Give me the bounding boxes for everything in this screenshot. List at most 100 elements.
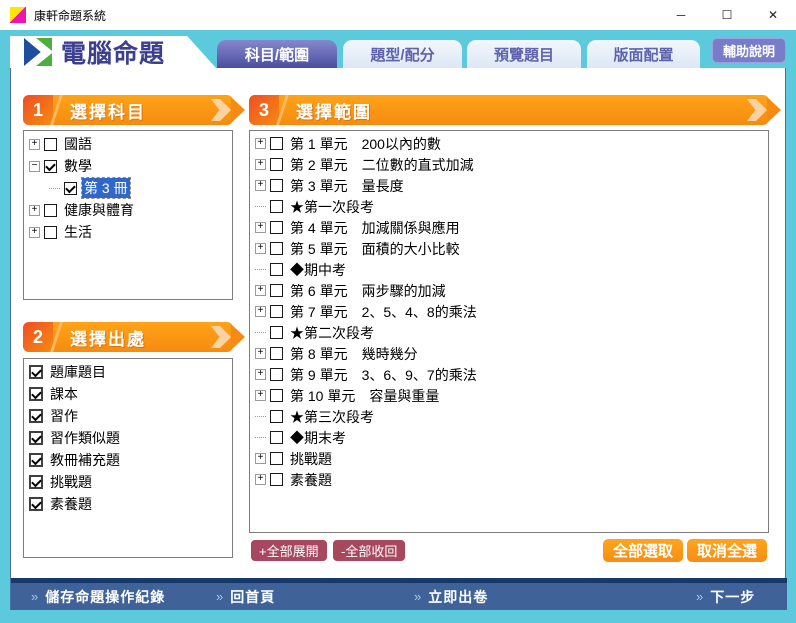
checkbox[interactable] xyxy=(64,182,77,195)
item-label[interactable]: 第 7 單元 2、5、4、8的乘法 xyxy=(288,302,479,322)
expand-all-button[interactable]: +全部展開 xyxy=(251,540,327,561)
deselect-all-button[interactable]: 取消全選 xyxy=(687,539,767,562)
tab-subject-range[interactable]: 科目/範圍 xyxy=(217,40,337,68)
item-label[interactable]: ★第三次段考 xyxy=(288,407,376,427)
checkbox[interactable] xyxy=(270,368,283,381)
expand-toggle-icon[interactable]: + xyxy=(255,222,266,233)
item-label[interactable]: 習作類似題 xyxy=(48,428,122,448)
checkbox[interactable] xyxy=(270,305,283,318)
item-label[interactable]: 生活 xyxy=(62,222,94,242)
item-label[interactable]: 第 3 單元 量長度 xyxy=(288,176,406,196)
expand-toggle-icon[interactable]: + xyxy=(255,474,266,485)
check-item[interactable]: 素養題 xyxy=(29,493,232,515)
tree-item[interactable]: + 第 2 單元 二位數的直式加減 xyxy=(255,154,768,175)
tree-item[interactable]: + 健康與體育 xyxy=(29,199,232,221)
expand-toggle-icon[interactable]: + xyxy=(29,205,40,216)
checkbox[interactable] xyxy=(44,138,57,151)
expand-toggle-icon[interactable]: + xyxy=(255,138,266,149)
checkbox[interactable] xyxy=(270,179,283,192)
checkbox[interactable] xyxy=(44,160,57,173)
checkbox[interactable] xyxy=(270,473,283,486)
tree-item[interactable]: + 第 9 單元 3、6、9、7的乘法 xyxy=(255,364,768,385)
checkbox[interactable] xyxy=(270,347,283,360)
expand-toggle-icon[interactable]: + xyxy=(29,139,40,150)
item-label[interactable]: 第 2 單元 二位數的直式加減 xyxy=(288,155,476,175)
checkbox[interactable] xyxy=(270,242,283,255)
checkbox[interactable] xyxy=(29,409,43,423)
select-all-button[interactable]: 全部選取 xyxy=(603,539,683,562)
tab-preview[interactable]: 預覽題目 xyxy=(467,40,581,68)
maximize-button[interactable]: ☐ xyxy=(704,0,750,30)
expand-toggle-icon[interactable]: + xyxy=(255,180,266,191)
item-label[interactable]: 課本 xyxy=(48,384,80,404)
expand-toggle-icon[interactable]: + xyxy=(255,285,266,296)
home-link[interactable]: »回首頁 xyxy=(216,583,275,610)
item-label[interactable]: 國語 xyxy=(62,134,94,154)
tree-item[interactable]: ★第二次段考 xyxy=(255,322,768,343)
tree-item[interactable]: + 生活 xyxy=(29,221,232,243)
minimize-button[interactable]: ─ xyxy=(658,0,704,30)
tree-item[interactable]: + 國語 xyxy=(29,133,232,155)
expand-toggle-icon[interactable]: + xyxy=(255,243,266,254)
checkbox[interactable] xyxy=(270,284,283,297)
tree-item[interactable]: + 第 7 單元 2、5、4、8的乘法 xyxy=(255,301,768,322)
item-label[interactable]: 第 9 單元 3、6、9、7的乘法 xyxy=(288,365,479,385)
item-label[interactable]: 第 10 單元 容量與重量 xyxy=(288,386,441,406)
expand-toggle-icon[interactable]: + xyxy=(255,348,266,359)
check-item[interactable]: 習作類似題 xyxy=(29,427,232,449)
item-label[interactable]: 素養題 xyxy=(48,494,94,514)
item-label[interactable]: 第 5 單元 面積的大小比較 xyxy=(288,239,462,259)
collapse-all-button[interactable]: -全部收回 xyxy=(333,540,405,561)
checkbox[interactable] xyxy=(270,389,283,402)
item-label[interactable]: ★第二次段考 xyxy=(288,323,376,343)
item-label[interactable]: 第 1 單元 200以內的數 xyxy=(288,134,443,154)
checkbox[interactable] xyxy=(270,263,283,276)
tree-item[interactable]: +第 4 單元 加減關係與應用 xyxy=(255,217,768,238)
item-label[interactable]: 習作 xyxy=(48,406,80,426)
expand-toggle-icon[interactable]: + xyxy=(29,227,40,238)
check-item[interactable]: 挑戰題 xyxy=(29,471,232,493)
checkbox[interactable] xyxy=(44,204,57,217)
checkbox[interactable] xyxy=(270,200,283,213)
check-item[interactable]: 題庫題目 xyxy=(29,361,232,383)
checkbox[interactable] xyxy=(29,365,43,379)
save-record-link[interactable]: »儲存命題操作紀錄 xyxy=(31,583,165,610)
tree-item[interactable]: − 數學 xyxy=(29,155,232,177)
checkbox[interactable] xyxy=(29,431,43,445)
item-label[interactable]: 素養題 xyxy=(288,470,334,490)
check-item[interactable]: 習作 xyxy=(29,405,232,427)
item-label[interactable]: ★第一次段考 xyxy=(288,197,376,217)
checkbox[interactable] xyxy=(270,137,283,150)
tab-layout[interactable]: 版面配置 xyxy=(587,40,700,68)
tree-item[interactable]: + 第 5 單元 面積的大小比較 xyxy=(255,238,768,259)
tab-question-type[interactable]: 題型/配分 xyxy=(343,40,462,68)
expand-toggle-icon[interactable]: + xyxy=(255,453,266,464)
item-label[interactable]: 數學 xyxy=(62,156,94,176)
checkbox[interactable] xyxy=(29,497,43,511)
expand-toggle-icon[interactable]: + xyxy=(255,369,266,380)
checkbox[interactable] xyxy=(270,221,283,234)
checkbox[interactable] xyxy=(29,475,43,489)
tree-item[interactable]: ★第三次段考 xyxy=(255,406,768,427)
expand-toggle-icon[interactable]: + xyxy=(255,159,266,170)
tree-item[interactable]: +挑戰題 xyxy=(255,448,768,469)
item-label[interactable]: 第 3 冊 xyxy=(82,178,130,198)
tree-item[interactable]: +第 6 單元 兩步驟的加減 xyxy=(255,280,768,301)
checkbox[interactable] xyxy=(270,326,283,339)
item-label[interactable]: ◆期末考 xyxy=(288,428,348,448)
tree-item[interactable]: + 第 3 單元 量長度 xyxy=(255,175,768,196)
expand-toggle-icon[interactable]: + xyxy=(255,390,266,401)
tree-item[interactable]: +第 8 單元 幾時幾分 xyxy=(255,343,768,364)
expand-toggle-icon[interactable]: + xyxy=(255,306,266,317)
checkbox[interactable] xyxy=(29,387,43,401)
item-label[interactable]: 健康與體育 xyxy=(62,200,136,220)
close-button[interactable]: ✕ xyxy=(750,0,796,30)
tree-item[interactable]: + 第 10 單元 容量與重量 xyxy=(255,385,768,406)
checkbox[interactable] xyxy=(270,452,283,465)
item-label[interactable]: 題庫題目 xyxy=(48,362,108,382)
tree-item[interactable]: ★第一次段考 xyxy=(255,196,768,217)
expand-toggle-icon[interactable]: − xyxy=(29,161,40,172)
checkbox[interactable] xyxy=(270,410,283,423)
item-label[interactable]: 教冊補充題 xyxy=(48,450,122,470)
item-label[interactable]: ◆期中考 xyxy=(288,260,348,280)
